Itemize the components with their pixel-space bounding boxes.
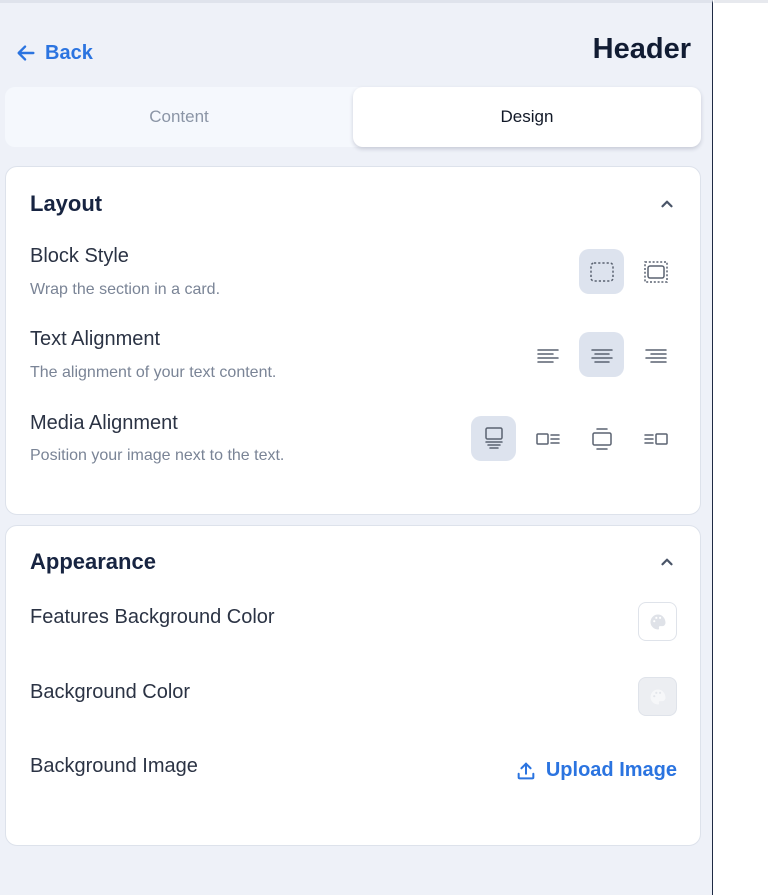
features-background-color-picker[interactable] (638, 602, 677, 641)
media-center-icon (591, 427, 612, 450)
align-right-icon (644, 348, 667, 363)
align-center-icon (590, 348, 613, 363)
block-style-options (579, 249, 678, 294)
media-right-icon (643, 432, 668, 445)
text-align-right-option[interactable] (633, 332, 678, 377)
block-style-no-card-option[interactable] (579, 249, 624, 294)
tab-bar: Content Design (5, 87, 701, 147)
appearance-section-title: Appearance (30, 549, 156, 574)
card-icon (643, 260, 668, 283)
media-alignment-label: Media Alignment (30, 412, 178, 434)
text-alignment-description: The alignment of your text content. (30, 364, 277, 381)
media-align-right-option[interactable] (633, 416, 678, 461)
media-left-icon (535, 432, 560, 445)
canvas-area (714, 0, 768, 895)
design-panel: Back Header Content Design Layout Block … (0, 0, 713, 895)
text-align-center-option[interactable] (579, 332, 624, 377)
panel-header: Back Header (0, 3, 713, 88)
chevron-up-icon[interactable] (658, 195, 676, 213)
media-alignment-options (471, 416, 678, 461)
no-card-icon (589, 261, 614, 282)
features-background-color-label: Features Background Color (30, 606, 275, 628)
background-color-picker[interactable] (638, 677, 677, 716)
media-alignment-description: Position your image next to the text. (30, 447, 285, 464)
media-align-center-option[interactable] (579, 416, 624, 461)
page-title: Header (592, 33, 691, 65)
tab-design[interactable]: Design (353, 87, 701, 147)
block-style-card-option[interactable] (633, 249, 678, 294)
text-alignment-label: Text Alignment (30, 328, 161, 350)
chevron-up-icon[interactable] (658, 553, 676, 571)
media-align-top-option[interactable] (471, 416, 516, 461)
text-alignment-options (525, 332, 678, 377)
layout-section: Layout Block Style Wrap the section in a… (5, 166, 701, 515)
back-button[interactable]: Back (15, 38, 93, 68)
background-color-label: Background Color (30, 681, 191, 703)
tab-content[interactable]: Content (5, 87, 353, 147)
media-align-left-option[interactable] (525, 416, 570, 461)
appearance-section: Appearance Features Background Color Bac… (5, 525, 701, 846)
palette-icon (649, 689, 665, 704)
media-top-icon (484, 426, 503, 449)
upload-image-label: Upload Image (545, 759, 677, 781)
text-align-left-option[interactable] (525, 332, 570, 377)
back-label: Back (45, 41, 93, 64)
background-image-label: Background Image (30, 755, 198, 777)
palette-icon (649, 614, 665, 629)
block-style-label: Block Style (30, 245, 129, 267)
upload-image-button[interactable]: Upload Image (515, 759, 677, 782)
layout-section-title: Layout (30, 191, 103, 216)
arrow-left-icon (17, 45, 35, 61)
upload-icon (517, 762, 535, 779)
align-left-icon (536, 348, 559, 363)
block-style-description: Wrap the section in a card. (30, 281, 221, 298)
